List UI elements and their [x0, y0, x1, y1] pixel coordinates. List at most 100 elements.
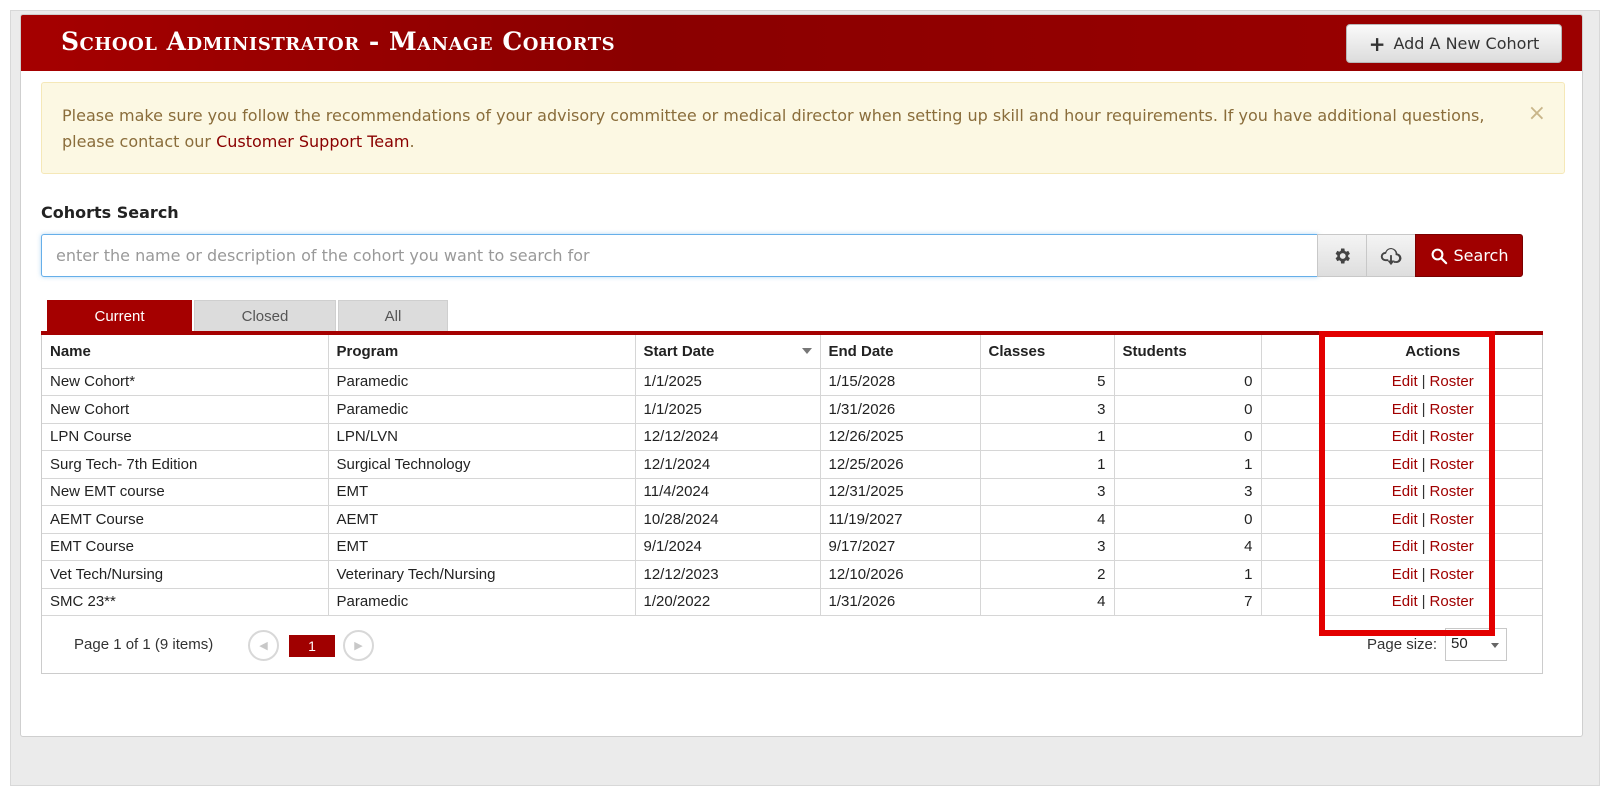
- table-row: AEMT Course AEMT 10/28/2024 11/19/2027 4 0 Edi…: [42, 505, 1542, 534]
- search-button[interactable]: Search: [1415, 234, 1523, 277]
- previous-page-button[interactable]: ◀: [248, 630, 279, 661]
- settings-button[interactable]: [1317, 234, 1367, 277]
- cell-empty: [1261, 533, 1324, 561]
- edit-link[interactable]: Edit: [1392, 401, 1418, 418]
- plus-icon: +: [1368, 31, 1386, 56]
- cell-students: 4: [1114, 533, 1262, 561]
- column-header-start-date[interactable]: Start Date: [635, 335, 821, 369]
- download-button[interactable]: [1366, 234, 1416, 277]
- action-separator: |: [1421, 565, 1426, 583]
- recommendation-alert: Please make sure you follow the recommen…: [41, 82, 1565, 174]
- cell-end-date: 12/10/2026: [820, 560, 981, 589]
- cell-name: SMC 23**: [42, 588, 329, 616]
- column-header-end-date[interactable]: End Date: [820, 335, 981, 369]
- table-row: LPN Course LPN/LVN 12/12/2024 12/26/2025 1 0 E…: [42, 423, 1542, 451]
- cell-start-date: 1/1/2025: [635, 368, 821, 396]
- page-size-select[interactable]: 50: [1445, 628, 1507, 661]
- edit-link[interactable]: Edit: [1392, 593, 1418, 610]
- cell-program: AEMT: [328, 505, 636, 534]
- cell-start-date: 12/1/2024: [635, 450, 821, 479]
- cell-program: LPN/LVN: [328, 423, 636, 451]
- column-header-name[interactable]: Name: [42, 335, 329, 369]
- chevron-right-icon: ▶: [354, 640, 363, 652]
- cell-program: EMT: [328, 478, 636, 506]
- cell-end-date: 11/19/2027: [820, 505, 981, 534]
- edit-link[interactable]: Edit: [1392, 373, 1418, 390]
- roster-link[interactable]: Roster: [1430, 483, 1474, 500]
- next-page-button[interactable]: ▶: [343, 630, 374, 661]
- cell-empty: [1261, 450, 1324, 479]
- cell-name: New Cohort: [42, 395, 329, 424]
- panel-header: School Administrator - Manage Cohorts + …: [21, 15, 1582, 71]
- action-separator: |: [1421, 538, 1426, 556]
- edit-link[interactable]: Edit: [1392, 483, 1418, 500]
- sort-descending-icon: [801, 348, 812, 354]
- cell-actions: Edit | Roster: [1323, 533, 1542, 561]
- edit-link[interactable]: Edit: [1392, 456, 1418, 473]
- action-separator: |: [1421, 455, 1426, 473]
- cohorts-grid: Name Program Start Date End Date Classes…: [41, 335, 1543, 674]
- cell-start-date: 1/1/2025: [635, 395, 821, 424]
- page-size-value: 50: [1451, 635, 1468, 652]
- gear-icon: [1335, 248, 1350, 263]
- cell-program: Paramedic: [328, 588, 636, 616]
- cell-classes: 4: [980, 588, 1115, 616]
- page-number-button[interactable]: 1: [289, 635, 335, 657]
- table-row: New EMT course EMT 11/4/2024 12/31/2025 3 3 Ed…: [42, 478, 1542, 506]
- roster-link[interactable]: Roster: [1430, 456, 1474, 473]
- cell-classes: 3: [980, 533, 1115, 561]
- cell-classes: 2: [980, 560, 1115, 589]
- cell-empty: [1261, 395, 1324, 424]
- column-header-students[interactable]: Students: [1114, 335, 1262, 369]
- cell-start-date: 10/28/2024: [635, 505, 821, 534]
- edit-link[interactable]: Edit: [1392, 566, 1418, 583]
- grid-pager: Page 1 of 1 (9 items) ◀ 1 ▶ Page size: 5…: [42, 620, 1542, 672]
- cell-actions: Edit | Roster: [1323, 423, 1542, 451]
- cell-end-date: 9/17/2027: [820, 533, 981, 561]
- alert-text-end: .: [409, 132, 415, 151]
- add-new-cohort-button[interactable]: + Add A New Cohort: [1346, 24, 1562, 63]
- roster-link[interactable]: Roster: [1430, 428, 1474, 445]
- cell-students: 0: [1114, 423, 1262, 451]
- tab-closed[interactable]: Closed: [194, 300, 336, 331]
- cell-end-date: 1/15/2028: [820, 368, 981, 396]
- edit-link[interactable]: Edit: [1392, 538, 1418, 555]
- roster-link[interactable]: Roster: [1430, 401, 1474, 418]
- close-icon[interactable]: ×: [1528, 101, 1546, 127]
- cell-start-date: 12/12/2024: [635, 423, 821, 451]
- cell-program: Paramedic: [328, 368, 636, 396]
- roster-link[interactable]: Roster: [1430, 538, 1474, 555]
- roster-link[interactable]: Roster: [1430, 593, 1474, 610]
- column-header-actions: Actions: [1323, 335, 1542, 369]
- edit-link[interactable]: Edit: [1392, 428, 1418, 445]
- action-separator: |: [1421, 510, 1426, 528]
- table-row: SMC 23** Paramedic 1/20/2022 1/31/2026 4 7 Edi…: [42, 588, 1542, 616]
- column-header-classes[interactable]: Classes: [980, 335, 1115, 369]
- roster-link[interactable]: Roster: [1430, 373, 1474, 390]
- customer-support-link[interactable]: Customer Support Team: [216, 132, 409, 151]
- action-separator: |: [1421, 483, 1426, 501]
- cell-empty: [1261, 505, 1324, 534]
- cell-program: Paramedic: [328, 395, 636, 424]
- cell-classes: 1: [980, 450, 1115, 479]
- roster-link[interactable]: Roster: [1430, 566, 1474, 583]
- tab-current[interactable]: Current: [47, 300, 192, 331]
- table-row: Vet Tech/Nursing Veterinary Tech/Nursing 1…: [42, 560, 1542, 589]
- cell-classes: 3: [980, 478, 1115, 506]
- cell-empty: [1261, 478, 1324, 506]
- cell-program: Surgical Technology: [328, 450, 636, 479]
- search-icon: [1431, 248, 1447, 264]
- manage-cohorts-panel: School Administrator - Manage Cohorts + …: [20, 14, 1583, 737]
- edit-link[interactable]: Edit: [1392, 511, 1418, 528]
- roster-link[interactable]: Roster: [1430, 511, 1474, 528]
- column-header-program[interactable]: Program: [328, 335, 636, 369]
- cell-program: EMT: [328, 533, 636, 561]
- chevron-down-icon: [1491, 643, 1499, 648]
- add-new-cohort-label: Add A New Cohort: [1393, 34, 1540, 53]
- search-input[interactable]: [41, 234, 1318, 277]
- cell-name: Surg Tech- 7th Edition: [42, 450, 329, 479]
- cell-students: 1: [1114, 560, 1262, 589]
- cell-students: 7: [1114, 588, 1262, 616]
- cell-start-date: 12/12/2023: [635, 560, 821, 589]
- tab-all[interactable]: All: [338, 300, 448, 331]
